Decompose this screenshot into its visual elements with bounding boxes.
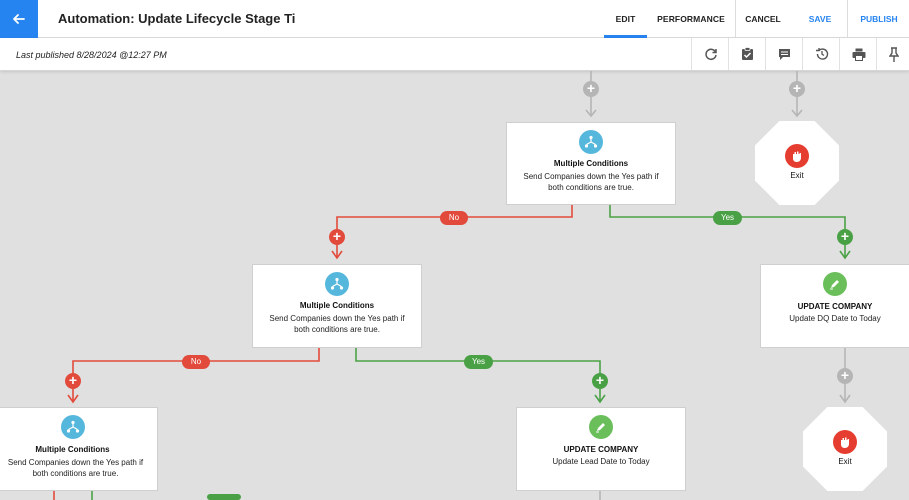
- add-step-button[interactable]: +: [583, 81, 599, 97]
- node-title: Multiple Conditions: [553, 159, 629, 168]
- add-step-button[interactable]: +: [837, 368, 853, 384]
- pin-icon: [888, 46, 899, 62]
- refresh-button[interactable]: [691, 38, 729, 70]
- checklist-icon: [742, 47, 753, 60]
- pin-button[interactable]: [876, 38, 909, 70]
- branch-label-no: No: [440, 211, 468, 225]
- node-title: UPDATE COMPANY: [797, 302, 873, 311]
- node-description: Send Companies down the Yes path if: [7, 458, 144, 467]
- edit-icon: [823, 272, 847, 296]
- node-title: Multiple Conditions: [299, 301, 375, 310]
- node-description: Send Companies down the Yes path if: [523, 172, 659, 181]
- node-description: Update DQ Date to Today: [789, 314, 881, 323]
- back-button[interactable]: [0, 0, 38, 38]
- arrow-left-icon: [13, 14, 25, 24]
- branch-label-no: No: [182, 355, 210, 369]
- exit-label: Exit: [838, 457, 852, 466]
- add-step-button[interactable]: +: [592, 373, 608, 389]
- edit-icon: [589, 415, 613, 439]
- divider: [847, 0, 848, 38]
- node-title: UPDATE COMPANY: [563, 445, 639, 454]
- exit-node[interactable]: Exit: [755, 121, 839, 205]
- top-bar: Automation: Update Lifecycle Stage Ti ED…: [0, 0, 909, 38]
- last-published-text: Last published 8/28/2024 @12:27 PM: [16, 50, 167, 60]
- print-button[interactable]: [839, 38, 877, 70]
- node-description: Send Companies down the Yes path if: [269, 314, 405, 323]
- condition-node[interactable]: Multiple Conditions Send Companies down …: [0, 407, 158, 491]
- save-button[interactable]: SAVE: [800, 0, 840, 38]
- notes-button[interactable]: [765, 38, 803, 70]
- tab-performance[interactable]: PERFORMANCE: [652, 0, 730, 38]
- stop-hand-icon: [785, 144, 809, 168]
- node-title: Multiple Conditions: [35, 445, 110, 454]
- add-step-button[interactable]: +: [789, 81, 805, 97]
- cancel-button[interactable]: CANCEL: [740, 0, 786, 38]
- branch-label-yes: Yes: [713, 211, 742, 225]
- branch-icon: [325, 272, 349, 296]
- node-description: Update Lead Date to Today: [552, 457, 650, 466]
- branch-icon: [579, 130, 603, 154]
- checklist-button[interactable]: [728, 38, 766, 70]
- node-description: both conditions are true.: [548, 183, 634, 192]
- page-title: Automation: Update Lifecycle Stage Ti: [58, 11, 296, 26]
- print-icon: [852, 48, 865, 61]
- notes-icon: [779, 48, 790, 60]
- publish-button[interactable]: PUBLISH: [852, 0, 906, 38]
- condition-node[interactable]: Multiple Conditions Send Companies down …: [252, 264, 422, 348]
- divider: [735, 0, 736, 38]
- update-company-node[interactable]: UPDATE COMPANY Update Lead Date to Today: [516, 407, 686, 491]
- branch-label-yes: Yes: [464, 355, 493, 369]
- branch-icon: [60, 415, 85, 439]
- history-button[interactable]: [802, 38, 840, 70]
- exit-label: Exit: [790, 171, 804, 180]
- toolbar: Last published 8/28/2024 @12:27 PM: [0, 38, 909, 71]
- tab-edit[interactable]: EDIT: [604, 0, 647, 38]
- node-description: both conditions are true.: [294, 325, 380, 334]
- add-step-button[interactable]: +: [837, 229, 853, 245]
- update-company-node[interactable]: UPDATE COMPANY Update DQ Date to Today: [760, 264, 909, 348]
- add-step-button[interactable]: +: [329, 229, 345, 245]
- node-description: both conditions are true.: [32, 469, 119, 478]
- refresh-icon: [704, 48, 717, 61]
- stop-hand-icon: [833, 430, 857, 454]
- condition-node[interactable]: Multiple Conditions Send Companies down …: [506, 122, 676, 205]
- add-step-button[interactable]: +: [65, 373, 81, 389]
- workflow-canvas[interactable]: + + + + + + + No Yes No Yes Multiple Con…: [0, 71, 909, 500]
- exit-node[interactable]: Exit: [803, 407, 887, 491]
- history-icon: [815, 48, 828, 60]
